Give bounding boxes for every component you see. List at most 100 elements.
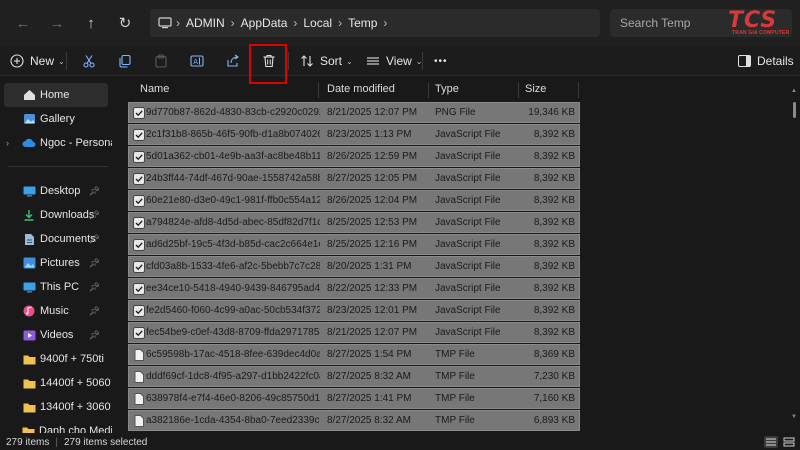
desktop-icon <box>22 185 36 197</box>
breadcrumb-admin[interactable]: ADMIN <box>186 16 225 30</box>
file-row[interactable]: fec54be9-c0ef-43d8-8709-ffda2971785a... … <box>128 322 580 343</box>
sidebar-item-music[interactable]: Music 📌︎ <box>0 299 112 323</box>
checkbox-checked[interactable] <box>133 151 145 163</box>
pin-icon[interactable]: 📌︎ <box>89 210 100 221</box>
sidebar-item-downloads[interactable]: Downloads 📌︎ <box>0 203 112 227</box>
details-button[interactable]: Details <box>738 46 794 76</box>
checkbox-checked[interactable] <box>133 217 145 229</box>
cloud-icon <box>22 137 36 149</box>
file-row[interactable]: dddf69cf-1dc8-4f95-a297-d1bb2422fc0a... … <box>128 366 580 387</box>
column-header-name[interactable]: Name <box>140 78 169 100</box>
file-icon-tmp <box>133 371 145 383</box>
vertical-scrollbar[interactable]: ▲ ▼ <box>791 88 797 423</box>
file-row[interactable]: 9d770b87-862d-4830-83cb-c2920c0292... 8/… <box>128 102 580 123</box>
up-arrow-icon[interactable]: ↑ <box>80 12 102 34</box>
scroll-thumb[interactable] <box>793 102 796 118</box>
sidebar-item-gallery[interactable]: Gallery <box>0 107 112 131</box>
sidebar-item-folder-media[interactable]: Danh cho Media <box>0 419 112 433</box>
tiles-view-button[interactable] <box>782 436 796 448</box>
sidebar-item-videos[interactable]: Videos 📌︎ <box>0 323 112 347</box>
details-view-button[interactable] <box>764 436 778 448</box>
back-arrow-icon[interactable]: ← <box>12 12 34 34</box>
sidebar-item-home[interactable]: Home <box>4 83 108 107</box>
file-row[interactable]: ee34ce10-5418-4940-9439-846795ad4c4... 8… <box>128 278 580 299</box>
paste-button[interactable] <box>154 46 168 76</box>
share-button[interactable] <box>226 46 240 76</box>
sidebar-item-this-pc[interactable]: This PC 📌︎ <box>0 275 112 299</box>
checkbox-checked[interactable] <box>133 239 145 251</box>
pin-icon[interactable]: 📌︎ <box>89 186 100 197</box>
cut-button[interactable] <box>82 46 96 76</box>
file-row[interactable]: 2c1f31b8-865b-46f5-90fb-d1a8b074026... 8… <box>128 124 580 145</box>
address-bar[interactable]: › ADMIN › AppData › Local › Temp › <box>150 9 600 37</box>
column-header-type[interactable]: Type <box>435 78 459 100</box>
column-divider[interactable] <box>518 82 519 98</box>
refresh-icon[interactable]: ↻ <box>114 12 136 34</box>
scroll-up-arrow-icon[interactable]: ▲ <box>791 88 797 94</box>
pin-icon[interactable]: 📌︎ <box>89 258 100 269</box>
checkbox-checked[interactable] <box>133 195 145 207</box>
file-date: 8/25/2025 12:16 PM <box>327 239 418 250</box>
sidebar-item-folder-13400f[interactable]: 13400f + 3060 <box>0 395 112 419</box>
sidebar-item-folder-9400f[interactable]: 9400f + 750ti <box>0 347 112 371</box>
breadcrumb-local[interactable]: Local <box>303 16 332 30</box>
breadcrumb-temp[interactable]: Temp <box>348 16 377 30</box>
sidebar-item-onedrive[interactable]: › Ngoc - Personal <box>0 131 112 155</box>
checkbox-checked[interactable] <box>133 261 145 273</box>
file-row[interactable]: cfd03a8b-1533-4fe6-af2c-5bebb7c7c284... … <box>128 256 580 277</box>
breadcrumb-appdata[interactable]: AppData <box>241 16 288 30</box>
file-date: 8/27/2025 1:41 PM <box>327 393 412 404</box>
pin-icon[interactable]: 📌︎ <box>89 234 100 245</box>
sidebar-item-documents[interactable]: Documents 📌︎ <box>0 227 112 251</box>
sidebar-item-folder-14400f[interactable]: 14400f + 5060 <box>0 371 112 395</box>
file-row[interactable]: 5d01a362-cb01-4e9b-aa3f-ac8be48b113... 8… <box>128 146 580 167</box>
checkbox-checked[interactable] <box>133 107 145 119</box>
pin-icon[interactable]: 📌︎ <box>89 330 100 341</box>
file-row[interactable]: 60e21e80-d3e0-49c1-981f-ffb0c554a12f... … <box>128 190 580 211</box>
file-type: JavaScript File <box>435 239 501 250</box>
sidebar-item-pictures[interactable]: Pictures 📌︎ <box>0 251 112 275</box>
column-divider[interactable] <box>318 82 319 98</box>
file-type: TMP File <box>435 415 475 426</box>
file-size: 8,392 KB <box>533 151 575 162</box>
details-label: Details <box>757 54 794 68</box>
checkbox-checked[interactable] <box>133 283 145 295</box>
scroll-down-arrow-icon[interactable]: ▼ <box>791 414 797 420</box>
clipboard-icon <box>155 54 167 68</box>
file-row[interactable]: a382186e-1cda-4354-8ba0-7eed2339c3f... 8… <box>128 410 580 431</box>
download-icon <box>22 209 36 221</box>
file-row[interactable]: 638978f4-e7f4-46e0-8206-49c85750d12... 8… <box>128 388 580 409</box>
file-type: JavaScript File <box>435 151 501 162</box>
column-divider[interactable] <box>428 82 429 98</box>
file-date: 8/20/2025 1:31 PM <box>327 261 412 272</box>
new-label: New <box>30 54 55 68</box>
copy-button[interactable] <box>118 46 132 76</box>
view-button[interactable]: View ⌄ <box>366 46 423 76</box>
pin-icon[interactable]: 📌︎ <box>89 282 100 293</box>
checkbox-checked[interactable] <box>133 327 145 339</box>
toolbar-divider <box>422 52 423 70</box>
sidebar-item-desktop[interactable]: Desktop 📌︎ <box>0 179 112 203</box>
forward-arrow-icon[interactable]: → <box>46 12 68 34</box>
chevron-right-icon[interactable]: › <box>6 138 9 148</box>
sort-button[interactable]: Sort ⌄ <box>300 46 353 76</box>
pin-icon[interactable]: 📌︎ <box>89 306 100 317</box>
more-options-button[interactable]: ••• <box>434 46 448 76</box>
checkbox-checked[interactable] <box>133 129 145 141</box>
column-header-size[interactable]: Size <box>525 78 546 100</box>
chevron-right-icon: › <box>338 16 343 30</box>
checkbox-checked[interactable] <box>133 305 145 317</box>
rename-button[interactable]: A <box>190 46 204 76</box>
column-header-date[interactable]: Date modified <box>327 78 395 100</box>
file-row[interactable]: ad6d25bf-19c5-4f3d-b85d-cac2c664e1e... 8… <box>128 234 580 255</box>
file-row[interactable]: fe2d5460-f060-4c99-a0ac-50cb534f3722... … <box>128 300 580 321</box>
file-row[interactable]: a794824e-afd8-4d5d-abec-85df82d7f1d... 8… <box>128 212 580 233</box>
checkbox-checked[interactable] <box>133 173 145 185</box>
column-divider[interactable] <box>578 82 579 98</box>
pictures-icon <box>22 257 36 269</box>
file-row[interactable]: 6c59598b-17ac-4518-8fee-639dec4d0a2... 8… <box>128 344 580 365</box>
file-row[interactable]: 24b3ff44-74df-467d-90ae-1558742a58b... 8… <box>128 168 580 189</box>
chevron-right-icon: › <box>230 16 235 30</box>
new-button[interactable]: New ⌄ <box>10 46 65 76</box>
file-type: TMP File <box>435 349 475 360</box>
